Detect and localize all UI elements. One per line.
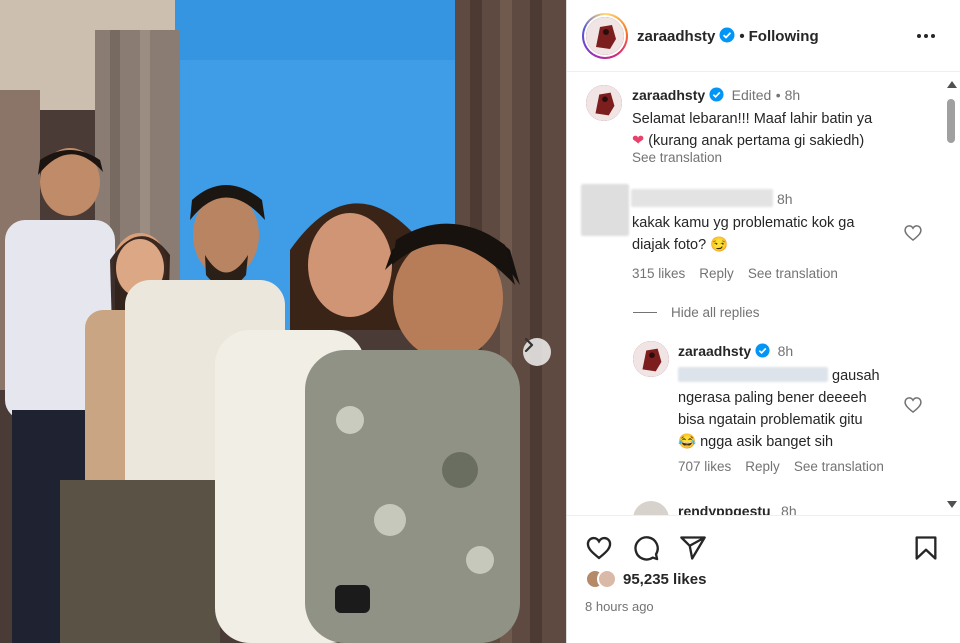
laugh-emoji: 😂 <box>678 434 697 450</box>
scroll-down-arrow[interactable] <box>947 501 957 508</box>
reply-line-1: gausah <box>832 368 880 384</box>
username-link[interactable]: zaraadhsty <box>637 28 715 45</box>
comment-text: kakak kamu yg problematic kok ga diajak … <box>632 212 902 256</box>
reply2-time: 8h <box>781 503 797 515</box>
reply-see-translation[interactable]: See translation <box>794 459 884 474</box>
next-photo-button[interactable] <box>523 338 551 366</box>
reply-username[interactable]: zaraadhsty <box>678 343 751 359</box>
scroll-up-arrow[interactable] <box>947 81 957 88</box>
reply-like-icon[interactable] <box>903 395 923 415</box>
redacted-avatar[interactable] <box>581 184 629 236</box>
comments-list[interactable]: zaraadhsty Edited • 8h Selamat lebaran!!… <box>567 73 960 515</box>
caption-line-2: (kurang anak pertama gi sakiedh) <box>648 133 865 149</box>
comment-time: 8h <box>777 191 793 207</box>
likes-count[interactable]: 95,235 likes <box>623 571 706 588</box>
comments-scrollbar[interactable] <box>945 81 957 508</box>
reply-header: zaraadhsty 8h <box>678 343 793 361</box>
reply-avatar[interactable] <box>633 341 669 377</box>
post-header: zaraadhsty • Following <box>567 0 960 72</box>
avatar <box>586 17 624 55</box>
photo-image <box>0 0 566 643</box>
caption-line-1: Selamat lebaran!!! Maaf lahir batin ya <box>632 111 873 127</box>
reply-reply-button[interactable]: Reply <box>745 459 780 474</box>
share-icon[interactable] <box>679 534 707 562</box>
story-ring[interactable] <box>582 13 628 59</box>
reply-line-4: ngga asik banget sih <box>700 434 834 450</box>
liker-avatar <box>597 569 617 589</box>
verified-icon <box>719 27 735 43</box>
comment-line-1: kakak kamu yg problematic kok ga <box>632 215 855 231</box>
comment-like-icon[interactable] <box>903 223 923 243</box>
following-button[interactable]: Following <box>749 28 819 45</box>
reply-line-2: ngerasa paling bener deeeeh <box>678 390 867 406</box>
header-user: zaraadhsty • Following <box>637 27 819 45</box>
reply-likes[interactable]: 707 likes <box>678 459 731 474</box>
reply2-header: rendyppgestu 8h <box>678 503 797 515</box>
chevron-right-icon <box>524 338 534 352</box>
post-photo[interactable] <box>0 0 566 643</box>
caption-see-translation[interactable]: See translation <box>632 150 722 165</box>
scroll-thumb[interactable] <box>947 99 955 143</box>
likes-summary[interactable]: 95,235 likes <box>585 569 706 589</box>
redacted-username[interactable] <box>631 189 773 207</box>
post-side-panel: zaraadhsty • Following zaraadhsty Edited •… <box>566 0 960 643</box>
heart-emoji: ❤ <box>632 133 645 149</box>
hide-replies-button[interactable]: Hide all replies <box>671 305 760 320</box>
heart-icon[interactable] <box>585 534 613 562</box>
reply-line-3: bisa ngatain problematik gitu <box>678 412 863 428</box>
caption-username[interactable]: zaraadhsty <box>632 87 705 103</box>
bookmark-icon[interactable] <box>912 534 940 562</box>
comment-reply-button[interactable]: Reply <box>699 266 734 281</box>
reply2-username[interactable]: rendyppgestu <box>678 503 771 515</box>
reply2-avatar[interactable] <box>633 501 669 515</box>
redacted-mention[interactable] <box>678 367 828 382</box>
caption-header: zaraadhsty Edited • 8h <box>632 87 800 105</box>
comment-icon[interactable] <box>632 534 660 562</box>
caption-text: Selamat lebaran!!! Maaf lahir batin ya ❤… <box>632 108 932 152</box>
comment-line-2: diajak foto? 😏 <box>632 237 729 253</box>
verified-icon <box>755 343 770 358</box>
separator-dot: • <box>775 87 785 103</box>
reply-time: 8h <box>777 343 794 359</box>
caption-time: 8h <box>784 87 801 103</box>
comment-see-translation[interactable]: See translation <box>748 266 838 281</box>
more-icon <box>917 34 921 38</box>
reply-text: gausah ngerasa paling bener deeeeh bisa … <box>678 365 908 453</box>
separator-dot: • <box>739 28 745 45</box>
comment-actions: 315 likes Reply See translation <box>632 266 852 281</box>
more-options-button[interactable] <box>914 26 938 46</box>
reply-actions: 707 likes Reply See translation <box>678 459 898 474</box>
replies-divider <box>633 312 657 313</box>
caption-avatar[interactable] <box>586 85 622 121</box>
verified-icon <box>709 87 724 102</box>
comment-likes[interactable]: 315 likes <box>632 266 685 281</box>
caption-edited: Edited <box>731 87 772 103</box>
post-timestamp[interactable]: 8 hours ago <box>585 599 654 614</box>
